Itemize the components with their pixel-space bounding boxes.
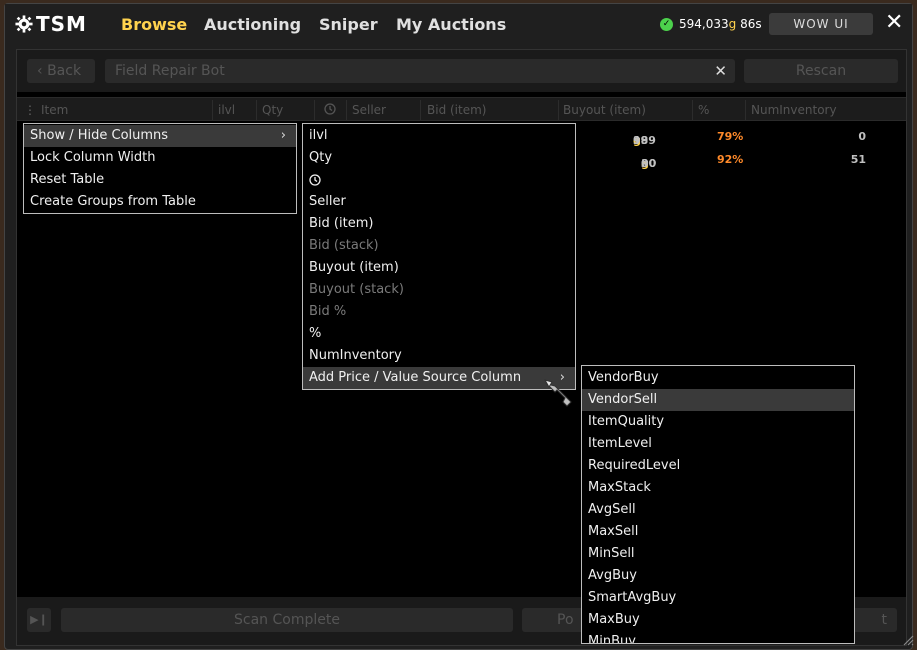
online-check-icon: ✓: [660, 17, 673, 31]
columns-submenu: ilvl Qty Seller Bid (item) Bid (stack) B…: [302, 123, 576, 390]
search-toolbar: ‹ Back Field Repair Bot ✕ Rescan: [17, 50, 906, 92]
tab-my-auctions[interactable]: My Auctions: [396, 15, 506, 34]
gold-amount: 594,033: [679, 17, 729, 31]
source-item-maxstack[interactable]: MaxStack: [582, 477, 854, 499]
source-item-maxsell[interactable]: MaxSell: [582, 521, 854, 543]
column-header-pct[interactable]: %: [698, 103, 709, 117]
menu-item-show-hide-columns[interactable]: Show / Hide Columns ›: [24, 125, 296, 147]
back-button[interactable]: ‹ Back: [27, 59, 95, 83]
tab-sniper[interactable]: Sniper: [319, 15, 378, 34]
gauntlet-cursor-icon: [543, 379, 572, 407]
menu-item-create-groups[interactable]: Create Groups from Table: [24, 191, 296, 213]
menu-item-lock-column-width[interactable]: Lock Column Width: [24, 147, 296, 169]
logo-text: TSM: [36, 12, 87, 36]
inventory-value: 0: [858, 130, 866, 143]
source-item-itemquality[interactable]: ItemQuality: [582, 411, 854, 433]
source-item-avgsell[interactable]: AvgSell: [582, 499, 854, 521]
column-header-qty[interactable]: Qty: [262, 103, 283, 117]
silver-amount: 86s: [740, 17, 762, 31]
source-item-minbuy[interactable]: MinBuy: [582, 631, 854, 643]
column-header-seller[interactable]: Seller: [352, 103, 386, 117]
source-item-minsell[interactable]: MinSell: [582, 543, 854, 565]
inventory-value: 51: [850, 153, 866, 166]
source-item-itemlevel[interactable]: ItemLevel: [582, 433, 854, 455]
percent-value: 79%: [717, 130, 744, 143]
play-pause-icon[interactable]: ▶❙: [27, 608, 51, 632]
source-item-maxbuy[interactable]: MaxBuy: [582, 609, 854, 631]
column-header-bid[interactable]: Bid (item): [427, 103, 486, 117]
clock-icon[interactable]: [324, 103, 336, 118]
column-toggle-bid-pct[interactable]: Bid %: [303, 301, 575, 323]
price-source-submenu: VendorBuy VendorSell ItemQuality ItemLev…: [581, 365, 855, 644]
gold-unit: g: [728, 17, 737, 31]
column-toggle-buyout-stack[interactable]: Buyout (stack): [303, 279, 575, 301]
scan-progress-bar: Scan Complete: [61, 608, 513, 632]
menu-item-reset-table[interactable]: Reset Table: [24, 169, 296, 191]
close-icon[interactable]: ✕: [885, 10, 903, 35]
clock-icon: [309, 173, 321, 186]
source-item-avgbuy[interactable]: AvgBuy: [582, 565, 854, 587]
back-label: Back: [47, 63, 82, 79]
column-toggle-qty[interactable]: Qty: [303, 147, 575, 169]
source-item-vendorsell[interactable]: VendorSell: [582, 389, 854, 411]
tab-browse[interactable]: Browse: [121, 15, 187, 34]
column-toggle-buyout-item[interactable]: Buyout (item): [303, 257, 575, 279]
column-toggle-time[interactable]: [303, 169, 575, 191]
top-bar: TSM Browse Auctioning Sniper My Auctions…: [5, 4, 912, 44]
column-toggle-bid-item[interactable]: Bid (item): [303, 213, 575, 235]
gold-display: ✓ 594,033g 86s: [660, 17, 762, 31]
gear-icon: [15, 15, 33, 33]
column-header-item[interactable]: Item: [41, 103, 68, 117]
column-toggle-ilvl[interactable]: ilvl: [303, 125, 575, 147]
wow-ui-button[interactable]: WOW UI: [769, 13, 873, 35]
column-toggle-seller[interactable]: Seller: [303, 191, 575, 213]
tsm-logo: TSM: [15, 12, 87, 36]
resize-grip-icon[interactable]: [902, 634, 914, 646]
column-toggle-pct[interactable]: %: [303, 323, 575, 345]
column-header-ilvl[interactable]: ilvl: [218, 103, 235, 117]
column-options-icon[interactable]: ⋮: [24, 103, 36, 117]
chevron-right-icon: ›: [280, 128, 286, 143]
source-item-vendorbuy[interactable]: VendorBuy: [582, 367, 854, 389]
source-item-requiredlevel[interactable]: RequiredLevel: [582, 455, 854, 477]
percent-value: 92%: [717, 153, 744, 166]
search-value: Field Repair Bot: [115, 63, 225, 79]
rescan-button[interactable]: Rescan: [744, 59, 898, 83]
menu-item-add-price-source-column[interactable]: Add Price / Value Source Column ›: [303, 367, 575, 389]
source-item-smartavgbuy[interactable]: SmartAvgBuy: [582, 587, 854, 609]
search-input[interactable]: Field Repair Bot ✕: [105, 59, 735, 83]
column-toggle-numinventory[interactable]: NumInventory: [303, 345, 575, 367]
column-toggle-bid-stack[interactable]: Bid (stack): [303, 235, 575, 257]
column-header-buyout[interactable]: Buyout (item): [563, 103, 646, 117]
clear-search-icon[interactable]: ✕: [714, 59, 727, 83]
column-header-numinventory[interactable]: NumInventory: [751, 103, 837, 117]
table-header: ⋮ Item ilvl Qty Seller Bid (item) Buyout…: [17, 97, 906, 121]
tab-auctioning[interactable]: Auctioning: [204, 15, 301, 34]
table-context-menu: Show / Hide Columns › Lock Column Width …: [23, 123, 297, 214]
